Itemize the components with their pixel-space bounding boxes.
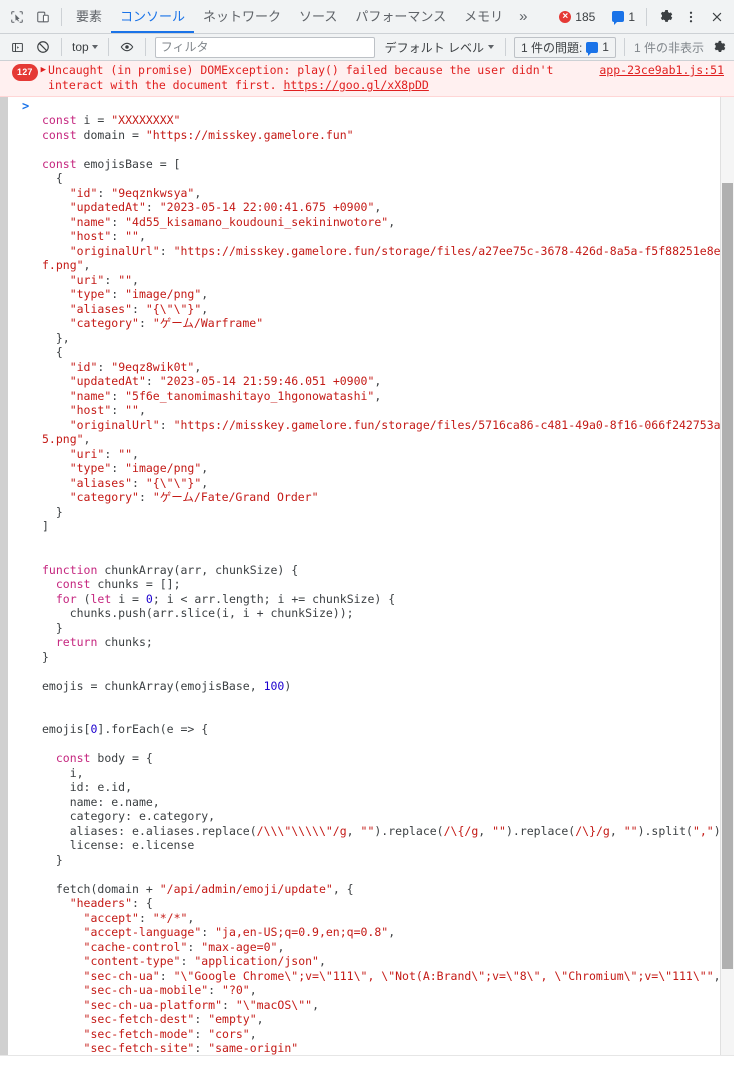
filterbar-divider-4	[504, 38, 506, 56]
error-line-1: Uncaught (in promise) DOMException: play…	[48, 63, 554, 77]
console-bottom-strip	[0, 1055, 734, 1082]
error-repeat-count-badge: 127	[12, 64, 38, 81]
tab-console[interactable]: コンソール	[111, 0, 194, 33]
hidden-messages-label: 1 件の非表示	[633, 40, 704, 55]
console-error-message[interactable]: 127 ▶ Uncaught (in promise) DOMException…	[0, 61, 734, 97]
issues-count: 1	[602, 40, 609, 54]
log-level-label: デフォルト レベル	[384, 40, 484, 55]
console-prompt-wrapper[interactable]: > const i = "XXXXXXXX" const domain = "h…	[8, 97, 734, 1055]
error-icon: ×	[559, 10, 572, 23]
tabbar-divider	[61, 7, 62, 26]
filterbar-divider-3	[144, 38, 146, 56]
live-expression-icon[interactable]	[114, 34, 140, 60]
message-count-label: 1	[628, 9, 635, 24]
error-help-link[interactable]: https://goo.gl/xX8pDD	[283, 78, 428, 92]
more-tabs-icon[interactable]: »	[512, 9, 534, 24]
error-count-pill[interactable]: × 185	[553, 7, 601, 27]
error-count-label: 185	[575, 9, 596, 24]
console-filter-toolbar: top フィルタ デフォルト レベル 1 件の問題: 1 1 件の非表示	[0, 34, 734, 61]
expand-triangle-icon[interactable]: ▶	[41, 63, 46, 78]
issues-button[interactable]: 1 件の問題: 1	[513, 36, 616, 58]
execution-context-selector[interactable]: top	[67, 37, 103, 57]
filter-input[interactable]: フィルタ	[154, 36, 375, 58]
inspect-element-icon[interactable]	[4, 4, 30, 30]
message-count-pill[interactable]: 1	[606, 7, 641, 27]
console-output-area: > const i = "XXXXXXXX" const domain = "h…	[0, 97, 734, 1055]
console-scrollbar-thumb[interactable]	[722, 183, 733, 969]
tab-elements[interactable]: 要素	[67, 0, 111, 33]
devtools-tabbar: 要素 コンソール ネットワーク ソース パフォーマンス メモリ » × 185 …	[0, 0, 734, 34]
devtools-panel: 要素 コンソール ネットワーク ソース パフォーマンス メモリ » × 185 …	[0, 0, 734, 1082]
tab-performance[interactable]: パフォーマンス	[346, 0, 455, 33]
console-scrollbar[interactable]	[720, 97, 734, 1055]
log-level-selector[interactable]: デフォルト レベル	[379, 39, 500, 56]
chevron-down-icon	[91, 45, 98, 49]
console-left-gutter	[0, 97, 8, 1055]
prompt-caret-icon: >	[22, 99, 30, 113]
error-source-link[interactable]: app-23ce9ab1.js:51	[599, 63, 734, 78]
close-icon[interactable]	[704, 4, 730, 30]
chevron-down-icon	[487, 45, 494, 49]
message-icon	[612, 11, 625, 25]
issues-label: 1 件の問題:	[520, 40, 583, 55]
tab-sources[interactable]: ソース	[290, 0, 346, 33]
kebab-menu-icon[interactable]	[678, 4, 704, 30]
console-sidebar-icon[interactable]	[4, 34, 30, 60]
tab-network[interactable]: ネットワーク	[194, 0, 290, 33]
execution-context-value: top	[72, 40, 89, 54]
device-toolbar-icon[interactable]	[30, 4, 56, 30]
console-code-input[interactable]: const i = "XXXXXXXX" const domain = "htt…	[20, 97, 734, 1055]
gear-icon[interactable]	[652, 4, 678, 30]
filterbar-divider-1	[61, 38, 62, 56]
filterbar-divider-2	[107, 38, 109, 56]
console-settings-gear-icon[interactable]	[708, 36, 730, 58]
tab-memory[interactable]: メモリ	[455, 0, 512, 33]
tabbar-divider-right	[646, 7, 647, 26]
error-message-text: Uncaught (in promise) DOMException: play…	[48, 63, 599, 93]
error-line-2: interact with the document first.	[48, 78, 284, 92]
issue-icon	[586, 41, 599, 56]
issue-counters: × 185 1	[553, 7, 641, 27]
filterbar-divider-5	[623, 38, 625, 56]
clear-console-icon[interactable]	[30, 34, 56, 60]
